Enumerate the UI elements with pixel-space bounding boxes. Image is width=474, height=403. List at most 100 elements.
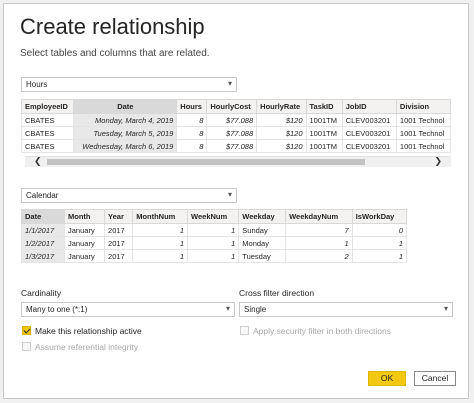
dialog-subtitle: Select tables and columns that are relat… xyxy=(20,48,210,59)
active-checkbox[interactable] xyxy=(22,326,31,335)
table-cell: January xyxy=(64,223,106,237)
column-header[interactable]: Year xyxy=(104,209,134,224)
column-header-selected[interactable]: Date xyxy=(73,99,178,114)
table-cell: 1 xyxy=(132,223,189,237)
table1-select-value: Hours xyxy=(26,80,48,89)
column-header[interactable]: EmployeeID xyxy=(20,99,75,114)
table-cell: 2 xyxy=(285,249,353,263)
table-cell: 2017 xyxy=(104,223,134,237)
cancel-button[interactable]: Cancel xyxy=(414,371,456,386)
table-cell-selected: Monday, March 4, 2019 xyxy=(73,113,178,127)
table-cell: 0 xyxy=(351,223,408,237)
column-header[interactable]: HourlyRate xyxy=(256,99,307,114)
table-cell: $77.088 xyxy=(206,126,258,140)
table-cell: 1 xyxy=(132,249,189,263)
table-cell: 1001TM xyxy=(305,113,343,127)
table-row: 1/3/2017 January 2017 1 1 Tuesday 2 1 xyxy=(20,249,408,263)
cardinality-label: Cardinality xyxy=(21,288,62,298)
table-cell: 1001 Technol xyxy=(395,139,452,153)
chevron-left-icon[interactable]: ❮ xyxy=(34,156,42,167)
table-row: 1/2/2017 January 2017 1 1 Monday 1 1 xyxy=(20,236,408,250)
dialog-title: Create relationship xyxy=(20,14,205,39)
column-header[interactable]: Hours xyxy=(176,99,208,114)
table-cell: 2017 xyxy=(104,236,134,250)
table-cell: CLEV003201 xyxy=(341,126,397,140)
table-row: CBATES Tuesday, March 5, 2019 8 $77.088 … xyxy=(20,126,452,140)
table-cell-selected: 1/1/2017 xyxy=(20,223,66,237)
table-cell: 8 xyxy=(176,113,208,127)
table-cell: $120 xyxy=(256,126,307,140)
table-cell: Sunday xyxy=(238,223,287,237)
table-cell: 1 xyxy=(351,236,408,250)
table-cell: 8 xyxy=(176,126,208,140)
scrollbar-thumb[interactable] xyxy=(47,159,365,165)
table-cell: Monday xyxy=(238,236,287,250)
column-header[interactable]: HourlyCost xyxy=(206,99,258,114)
table-row: CBATES Monday, March 4, 2019 8 $77.088 $… xyxy=(20,113,452,127)
cross-filter-label: Cross filter direction xyxy=(239,288,315,298)
table-cell: January xyxy=(64,249,106,263)
cardinality-select[interactable]: Many to one (*:1) ▾ xyxy=(21,302,235,317)
security-filter-label: Apply security filter in both directions xyxy=(253,326,391,336)
table-cell: 1001TM xyxy=(305,139,343,153)
table-cell-selected: 1/3/2017 xyxy=(20,249,66,263)
security-filter-checkbox[interactable] xyxy=(240,326,249,335)
create-relationship-dialog: Create relationship Select tables and co… xyxy=(3,3,469,399)
table-cell-selected: 1/2/2017 xyxy=(20,236,66,250)
table-row: 1/1/2017 January 2017 1 1 Sunday 7 0 xyxy=(20,223,408,237)
column-header[interactable]: IsWorkDay xyxy=(351,209,408,224)
table-cell: 1 xyxy=(187,223,240,237)
table-cell-selected: Tuesday, March 5, 2019 xyxy=(73,126,178,140)
table-cell: $120 xyxy=(256,139,307,153)
table-cell: $120 xyxy=(256,113,307,127)
table-cell: CBATES xyxy=(20,126,75,140)
table-cell: 1001 Technol xyxy=(395,126,452,140)
column-header[interactable]: Weekday xyxy=(238,209,287,224)
column-header[interactable]: Division xyxy=(395,99,452,114)
cross-filter-select[interactable]: Single ▾ xyxy=(239,302,453,317)
column-header[interactable]: MonthNum xyxy=(132,209,189,224)
column-header[interactable]: JobID xyxy=(341,99,397,114)
table-cell: 2017 xyxy=(104,249,134,263)
table-cell: 1 xyxy=(351,249,408,263)
referential-integrity-label: Assume referential integrity xyxy=(35,342,138,352)
table-row: CBATES Wednesday, March 6, 2019 8 $77.08… xyxy=(20,139,452,153)
column-header[interactable]: Month xyxy=(64,209,106,224)
table-cell: January xyxy=(64,236,106,250)
table-cell: 1 xyxy=(187,236,240,250)
table-cell: CLEV003201 xyxy=(341,113,397,127)
table2-select-value: Calendar xyxy=(26,191,59,200)
horizontal-scrollbar[interactable]: ❮ ❯ xyxy=(25,156,451,167)
chevron-down-icon: ▾ xyxy=(227,79,232,88)
table-cell: 8 xyxy=(176,139,208,153)
active-label: Make this relationship active xyxy=(35,326,142,336)
table1-preview: EmployeeID Date Hours HourlyCost HourlyR… xyxy=(20,99,452,153)
table2-select[interactable]: Calendar ▾ xyxy=(21,188,237,203)
table-cell: Tuesday xyxy=(238,249,287,263)
table-cell: 1 xyxy=(285,236,353,250)
column-header-selected[interactable]: Date xyxy=(20,209,66,224)
table-cell: CLEV003201 xyxy=(341,139,397,153)
table-cell: $77.088 xyxy=(206,139,258,153)
table-cell: 7 xyxy=(285,223,353,237)
table1-select[interactable]: Hours ▾ xyxy=(21,77,237,92)
table2-preview: Date Month Year MonthNum WeekNum Weekday… xyxy=(20,209,408,263)
column-header[interactable]: WeekdayNum xyxy=(285,209,353,224)
table-cell: 1 xyxy=(132,236,189,250)
chevron-down-icon: ▾ xyxy=(227,190,232,199)
cardinality-value: Many to one (*:1) xyxy=(26,305,88,314)
column-header[interactable]: TaskID xyxy=(305,99,343,114)
table-cell: CBATES xyxy=(20,139,75,153)
chevron-down-icon: ▾ xyxy=(225,304,230,313)
column-header[interactable]: WeekNum xyxy=(187,209,240,224)
chevron-right-icon[interactable]: ❯ xyxy=(434,156,442,167)
table-cell: $77.088 xyxy=(206,113,258,127)
table-cell: 1 xyxy=(187,249,240,263)
referential-integrity-checkbox[interactable] xyxy=(22,342,31,351)
table-cell: 1001TM xyxy=(305,126,343,140)
table-cell: CBATES xyxy=(20,113,75,127)
chevron-down-icon: ▾ xyxy=(443,304,448,313)
table-cell: 1001 Technol xyxy=(395,113,452,127)
cross-filter-value: Single xyxy=(244,305,267,314)
ok-button[interactable]: OK xyxy=(368,371,406,386)
